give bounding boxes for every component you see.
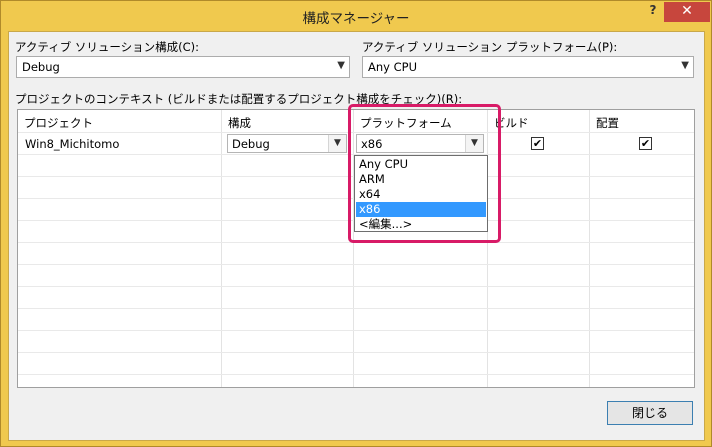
column-header-build[interactable]: ビルド [488,110,586,132]
project-config-select[interactable]: Debug ▼ [227,134,347,153]
help-button[interactable]: ? [641,3,665,23]
column-header-config[interactable]: 構成 [222,110,347,132]
window-title: 構成マネージャー [302,11,410,27]
column-divider [221,110,222,387]
row-divider [18,330,694,331]
row-divider [18,308,694,309]
row-divider [18,352,694,353]
chevron-down-icon: ▼ [681,60,689,71]
active-config-label: アクティブ ソリューション構成(C): [15,40,200,54]
active-platform-value: Any CPU [368,60,417,74]
project-config-value: Debug [232,137,270,151]
configuration-manager-window: 構成マネージャー ? ✕ アクティブ ソリューション構成(C): Debug ▼… [0,0,712,447]
chevron-down-icon[interactable]: ▼ [328,135,346,152]
row-divider [18,374,694,375]
project-name-cell[interactable]: Win8_Michitomo [25,137,119,151]
row-divider [18,264,694,265]
dialog-body: アクティブ ソリューション構成(C): Debug ▼ アクティブ ソリューショ… [8,31,705,441]
active-config-value: Debug [22,60,60,74]
close-button[interactable]: 閉じる [607,401,693,425]
chevron-down-icon: ▼ [337,60,345,71]
active-platform-select[interactable]: Any CPU ▼ [362,56,694,78]
highlight-frame [348,104,501,243]
title-bar[interactable]: 構成マネージャー ? ✕ [1,1,711,31]
active-config-select[interactable]: Debug ▼ [16,56,350,78]
close-window-button[interactable]: ✕ [664,2,710,22]
deploy-checkbox[interactable]: ✔ [639,137,652,150]
row-divider [18,286,694,287]
column-header-project[interactable]: プロジェクト [18,110,215,132]
build-checkbox[interactable]: ✔ [531,137,544,150]
active-platform-label: アクティブ ソリューション プラットフォーム(P): [362,40,618,54]
column-header-deploy[interactable]: 配置 [590,110,694,132]
column-divider [589,110,590,387]
